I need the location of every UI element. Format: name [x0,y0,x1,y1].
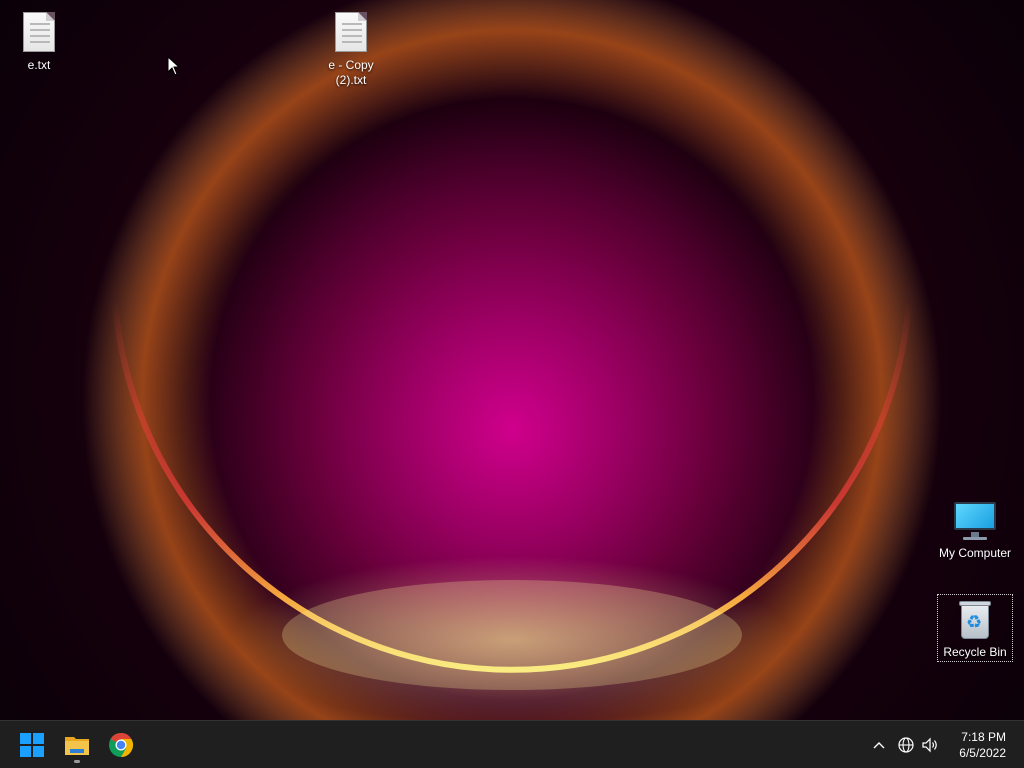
text-file-icon [327,8,375,56]
desktop-icon-label: My Computer [938,546,1012,560]
clock-time: 7:18 PM [961,730,1006,744]
taskbar-clock[interactable]: 7:18 PM 6/5/2022 [934,729,1006,761]
wallpaper [0,0,1024,720]
computer-icon [951,496,999,544]
recycle-bin-icon: ♻ [951,595,999,643]
desktop-icon-my-computer[interactable]: My Computer [937,496,1013,561]
taskbar-chrome-button[interactable] [101,725,141,765]
taskbar: 7:18 PM 6/5/2022 [0,720,1024,768]
desktop-icon-label: Recycle Bin [943,645,1007,659]
start-button[interactable] [12,725,52,765]
chrome-icon [109,733,134,757]
chevron-up-icon[interactable] [869,735,889,755]
desktop-icon-label: e - Copy (2).txt [328,58,374,87]
desktop-icon-label: e.txt [27,58,51,72]
taskbar-file-explorer-button[interactable] [57,725,97,765]
globe-icon[interactable] [896,735,916,755]
file-explorer-icon [65,737,89,755]
desktop-icon-e-txt[interactable]: e.txt [1,8,77,73]
running-indicator [74,760,80,763]
clock-date: 6/5/2022 [959,746,1006,760]
desktop-icon-e-copy-2-txt[interactable]: e - Copy (2).txt [313,8,389,88]
mouse-cursor-icon [167,56,181,76]
desktop-icon-recycle-bin[interactable]: ♻ Recycle Bin [937,594,1013,662]
windows-start-icon [20,733,44,757]
text-file-icon [15,8,63,56]
